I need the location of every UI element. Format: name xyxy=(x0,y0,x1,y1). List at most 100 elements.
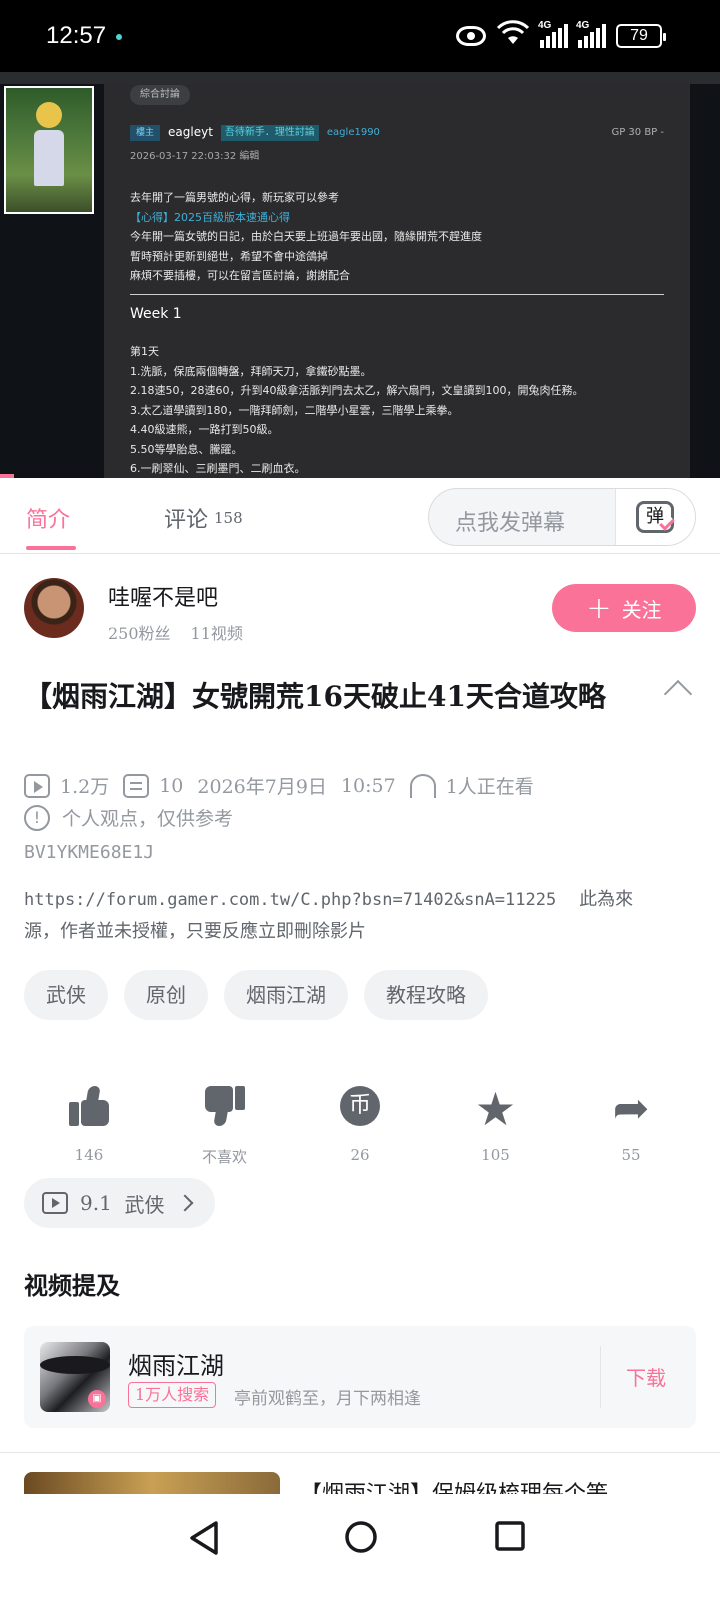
post-day-line: 2.18速50，28速60，升到40級拿活脈判門去太乙，解六扇門，文皇讀到100… xyxy=(130,384,584,397)
coin-count: 26 xyxy=(350,1146,370,1164)
post-day-line: 5.50等學胎息、騰躍。 xyxy=(130,442,243,456)
category-ranking-chip[interactable]: 9.1 武侠 xyxy=(24,1178,215,1228)
share-count: 55 xyxy=(621,1146,641,1164)
danmaku-count-icon xyxy=(123,773,150,798)
download-button[interactable]: 下载 xyxy=(626,1362,666,1391)
publish-date: 2026年7月9日 xyxy=(197,776,327,798)
game-slogan: 亭前观鹤至，月下两相逢 xyxy=(234,1389,421,1409)
danmaku-count: 10 xyxy=(159,774,184,797)
post-divider xyxy=(130,293,664,295)
author-badge: 樓主 xyxy=(130,124,161,141)
video-title: 【烟雨江湖】女號開荒16天破止41天合道攻略 xyxy=(24,680,606,713)
description-url[interactable]: https://forum.gamer.com.tw/C.php?bsn=714… xyxy=(24,890,556,910)
system-nav-bar xyxy=(0,1494,720,1602)
forum-tag: 綜合討論 xyxy=(130,85,190,105)
like-button[interactable]: 146 xyxy=(44,1086,134,1167)
like-count: 146 xyxy=(74,1146,104,1164)
post-line: 去年開了一篇男號的心得，新玩家可以參考 xyxy=(130,191,339,204)
tab-active-indicator xyxy=(26,546,76,550)
section-divider xyxy=(0,1452,720,1453)
home-icon[interactable] xyxy=(344,1520,378,1554)
share-button[interactable]: ➦ 55 xyxy=(586,1086,676,1167)
tab-comments-count: 158 xyxy=(214,509,243,527)
tv-icon xyxy=(42,1192,68,1214)
post-day-line: 4.40級速熊，一路打到50級。 xyxy=(130,423,279,436)
post-body: 去年開了一篇男號的心得，新玩家可以參考 【心得】2025百級版本速通心得 今年開… xyxy=(130,188,664,286)
post-date: 2026-03-17 22:03:32 編輯 xyxy=(130,150,260,162)
notice-line: ! 个人观点，仅供参考 xyxy=(24,804,233,831)
notification-dot xyxy=(116,34,122,40)
card-separator xyxy=(600,1346,601,1408)
forum-post-frame: 綜合討論 樓主 eagleyt 吾待新手．理性討論 eagle1990 GP 3… xyxy=(104,84,690,478)
status-bar: 12:57 4G 4G 79 xyxy=(0,0,720,72)
watching-count: 1人正在看 xyxy=(445,776,534,798)
tag-list: 武侠 原创 烟雨江湖 教程攻略 xyxy=(24,970,488,1020)
dislike-label: 不喜欢 xyxy=(201,1148,247,1166)
game-icon: ▣ xyxy=(40,1342,110,1412)
video-player[interactable]: 綜合討論 樓主 eagleyt 吾待新手．理性討論 eagle1990 GP 3… xyxy=(0,72,720,478)
chevron-right-icon xyxy=(176,1194,194,1212)
post-day-line: 6.一刷翠仙、三刷墨門、二刷血衣。 xyxy=(130,462,306,475)
tab-comments-label: 评论 xyxy=(164,508,209,533)
author-name: eagleyt xyxy=(168,125,213,139)
detail-tabs: 简介 评论 158 点我发弹幕 弹 xyxy=(0,478,720,554)
post-day-line: 1.洗脈，保底兩個轉盤，拜師天刀，拿鐵砂點墨。 xyxy=(130,364,372,378)
tab-comments[interactable]: 评论 158 xyxy=(164,502,243,534)
uploader-name[interactable]: 哇喔不是吧 xyxy=(108,580,218,612)
viewers-icon xyxy=(409,773,436,798)
share-icon: ➦ xyxy=(612,1083,650,1134)
recent-apps-icon[interactable] xyxy=(494,1520,526,1552)
signal-4g-icon-1: 4G xyxy=(538,20,568,48)
wifi-icon xyxy=(496,20,530,52)
post-line: 今年開一篇女號的日記，由於白天要上班過年要出國，隨緣開荒不趕進度 xyxy=(130,230,482,243)
tv-badge-icon: ▣ xyxy=(88,1390,106,1408)
dislike-button[interactable]: 不喜欢 xyxy=(180,1086,270,1167)
video-stats: 1.2万 10 2026年7月9日 10:57 1人正在看 xyxy=(24,772,534,799)
favorite-button[interactable]: ★ 105 xyxy=(451,1086,541,1167)
video-description: https://forum.gamer.com.tw/C.php?bsn=714… xyxy=(24,884,664,948)
game-card[interactable]: ▣ 烟雨江湖 1万人搜索 亭前观鹤至，月下两相逢 下载 xyxy=(24,1326,696,1428)
follow-label: 关注 xyxy=(621,597,662,622)
category-name: 武侠 xyxy=(124,1192,165,1217)
notice-text: 个人观点，仅供参考 xyxy=(62,808,234,830)
favorite-count: 105 xyxy=(481,1146,510,1164)
post-link: 【心得】2025百級版本速通心得 xyxy=(130,210,290,224)
thumbs-down-icon xyxy=(204,1086,245,1126)
thumbs-up-icon xyxy=(69,1086,109,1126)
post-line: 麻煩不要插樓，可以在留言區討論，謝謝配合 xyxy=(130,269,350,282)
post-line: 暫時預計更新到絕世，希望不會中途鴿掉 xyxy=(130,249,328,263)
uploader-videos: 11视频 xyxy=(190,624,243,643)
uploader-meta: 250粉丝 11视频 xyxy=(108,620,243,644)
view-count: 1.2万 xyxy=(60,776,110,798)
category-score: 9.1 xyxy=(80,1191,112,1215)
author-title: 吾待新手．理性討論 xyxy=(220,124,319,141)
danmaku-input[interactable]: 点我发弹幕 弹 xyxy=(428,488,696,546)
forum-avatar-image xyxy=(4,86,94,214)
tag-chip[interactable]: 武侠 xyxy=(24,970,108,1020)
signal-4g-icon-2: 4G xyxy=(576,20,606,48)
danmaku-toggle-button[interactable]: 弹 xyxy=(615,489,695,545)
action-row: 146 不喜欢 币 26 ★ 105 ➦ 55 xyxy=(24,1086,696,1167)
post-day-heading: 第1天 xyxy=(130,345,159,358)
warning-icon: ! xyxy=(24,804,50,831)
uploader-fans: 250粉丝 xyxy=(108,624,171,643)
follow-button[interactable]: + 关注 xyxy=(552,584,696,632)
status-time: 12:57 xyxy=(46,22,107,49)
coin-button[interactable]: 币 26 xyxy=(315,1086,405,1167)
play-count-icon xyxy=(24,773,50,798)
coin-icon: 币 xyxy=(340,1086,380,1126)
collapse-chevron-icon[interactable] xyxy=(663,679,693,709)
tag-chip[interactable]: 教程攻略 xyxy=(364,970,488,1020)
battery-icon: 79 xyxy=(616,24,666,48)
uploader-avatar[interactable] xyxy=(24,578,84,638)
game-name: 烟雨江湖 xyxy=(128,1352,224,1380)
tag-chip[interactable]: 原创 xyxy=(124,970,208,1020)
eye-comfort-icon xyxy=(456,26,486,46)
post-day-line: 3.太乙道學讀到180，一階拜師劍，二階學小星雲，三階學上乘拳。 xyxy=(130,403,459,417)
tab-intro[interactable]: 简介 xyxy=(26,502,70,534)
forum-user-line: 樓主 eagleyt 吾待新手．理性討論 eagle1990 GP 30 BP … xyxy=(130,123,664,143)
tag-chip[interactable]: 烟雨江湖 xyxy=(224,970,348,1020)
plus-icon: + xyxy=(586,590,612,626)
status-icons: 4G 4G 79 xyxy=(456,20,666,52)
star-icon: ★ xyxy=(474,1082,517,1136)
